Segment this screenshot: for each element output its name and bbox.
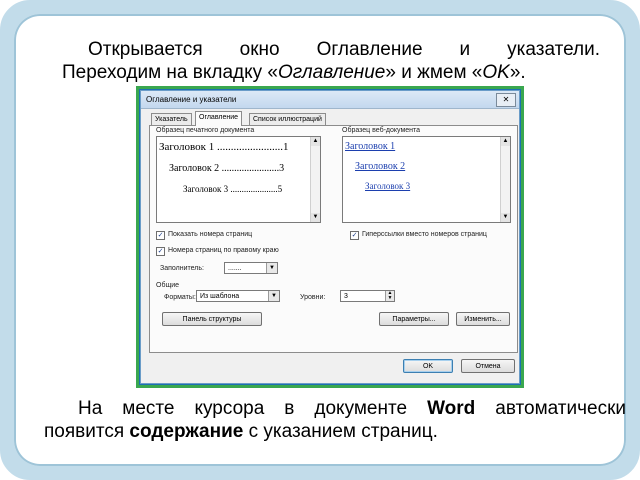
right-align-checkbox[interactable]: ✓ <box>156 247 165 256</box>
hyperlinks-checkbox[interactable]: ✓ <box>350 231 359 240</box>
print-heading-3: Заголовок 3 .....................5 <box>183 184 283 194</box>
print-preview: Заголовок 1 ........................1 За… <box>156 136 321 223</box>
options-button[interactable]: Параметры... <box>379 312 449 326</box>
web-preview: Заголовок 1 Заголовок 2 Заголовок 3 ▲ ▼ <box>342 136 511 223</box>
slide-card: Открывается окно Оглавление и указатели.… <box>14 14 626 466</box>
formats-select[interactable]: Из шаблона ▼ <box>196 290 280 302</box>
ok-button[interactable]: OK <box>403 359 453 373</box>
modify-button[interactable]: Изменить... <box>456 312 510 326</box>
print-heading-1: Заголовок 1 ........................1 <box>159 141 289 153</box>
levels-stepper[interactable]: 3 ▲ ▼ <box>340 290 395 302</box>
show-page-numbers-label: Показать номера страниц <box>168 231 253 238</box>
scroll-up-icon[interactable]: ▲ <box>311 137 320 146</box>
chevron-down-icon[interactable]: ▼ <box>268 291 279 301</box>
print-heading-2: Заголовок 2 .......................3 <box>169 163 285 174</box>
web-heading-3[interactable]: Заголовок 3 <box>365 181 410 191</box>
scroll-down-icon[interactable]: ▼ <box>311 213 320 222</box>
general-label: Общие <box>156 282 180 289</box>
spinner-icon[interactable]: ▲ ▼ <box>385 291 394 301</box>
para2-line1: На месте курсора в документе Word автома… <box>78 398 626 419</box>
dialog-title: Оглавление и указатели <box>141 91 519 109</box>
toc-dialog: Оглавление и указатели ✕ Указатель Оглав… <box>136 86 524 388</box>
show-page-numbers-checkbox[interactable]: ✓ <box>156 231 165 240</box>
scroll-up-icon[interactable]: ▲ <box>501 137 510 146</box>
print-preview-label: Образец печатного документа <box>156 127 255 134</box>
toc-panel: Образец печатного документа Заголовок 1 … <box>149 125 518 353</box>
cancel-button[interactable]: Отмена <box>461 359 515 373</box>
para2-line2: появится содержание с указанием страниц. <box>44 421 438 442</box>
print-preview-scrollbar[interactable]: ▲ ▼ <box>310 137 320 222</box>
hyperlinks-label: Гиперссылки вместо номеров страниц <box>362 231 487 238</box>
chevron-down-icon[interactable]: ▼ <box>266 263 277 273</box>
scroll-down-icon[interactable]: ▼ <box>501 213 510 222</box>
para1-line2: Переходим на вкладку «Оглавление» и жмем… <box>62 62 526 83</box>
outline-panel-button[interactable]: Панель структуры <box>162 312 262 326</box>
web-preview-scrollbar[interactable]: ▲ ▼ <box>500 137 510 222</box>
levels-label: Уровни: <box>300 294 326 301</box>
web-preview-label: Образец веб-документа <box>342 127 421 134</box>
fill-select[interactable]: ....... ▼ <box>224 262 278 274</box>
close-icon[interactable]: ✕ <box>496 93 516 107</box>
right-align-label: Номера страниц по правому краю <box>168 247 279 254</box>
web-heading-1[interactable]: Заголовок 1 <box>345 141 395 152</box>
fill-label: Заполнитель: <box>160 265 204 272</box>
formats-label: Форматы: <box>164 294 196 301</box>
web-heading-2[interactable]: Заголовок 2 <box>355 161 405 172</box>
para1-line1: Открывается окно Оглавление и указатели. <box>88 39 600 60</box>
tab-toc[interactable]: Оглавление <box>195 111 243 126</box>
